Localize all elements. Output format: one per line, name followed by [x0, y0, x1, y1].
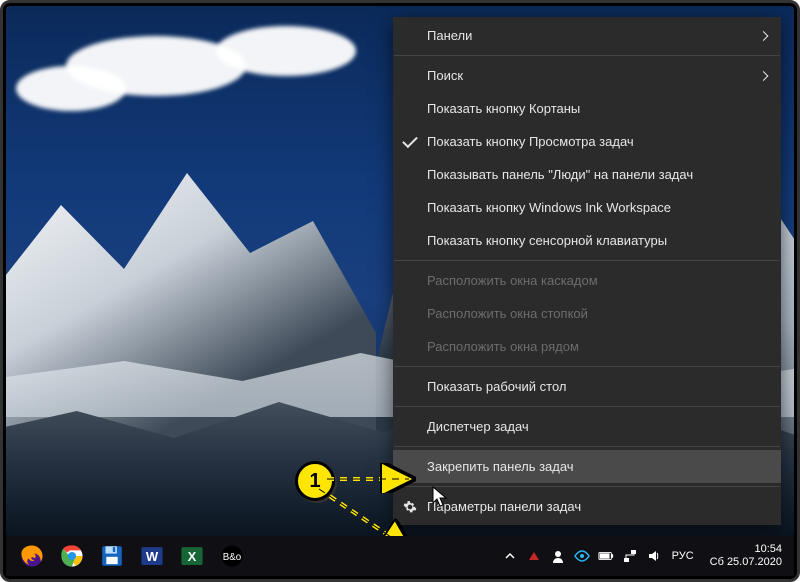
menu-item-label: Расположить окна рядом	[427, 339, 579, 354]
tray-triangle-icon[interactable]	[526, 548, 542, 564]
taskbar-app-firefox[interactable]	[12, 536, 52, 576]
menu-item-19[interactable]: Параметры панели задач	[393, 490, 781, 523]
menu-item-11: Расположить окна рядом	[393, 330, 781, 363]
language-indicator[interactable]: РУС	[672, 550, 694, 562]
menu-item-9: Расположить окна каскадом	[393, 264, 781, 297]
menu-item-2[interactable]: Поиск	[393, 59, 781, 92]
tray-network-icon[interactable]	[622, 548, 638, 564]
menu-item-label: Расположить окна стопкой	[427, 306, 588, 321]
menu-item-4[interactable]: Показать кнопку Просмотра задач	[393, 125, 781, 158]
menu-item-label: Расположить окна каскадом	[427, 273, 598, 288]
clock-time: 10:54	[754, 543, 782, 556]
menu-item-13[interactable]: Показать рабочий стол	[393, 370, 781, 403]
taskbar-right: РУС 10:54 Сб 25.07.2020	[502, 543, 794, 568]
svg-text:W: W	[146, 549, 159, 564]
screenshot-frame: Панели Поиск Показать кнопку Кортаны Показа…	[0, 0, 800, 582]
menu-separator	[394, 406, 780, 407]
menu-item-label: Показать кнопку Просмотра задач	[427, 134, 634, 149]
menu-item-10: Расположить окна стопкой	[393, 297, 781, 330]
menu-separator	[394, 55, 780, 56]
svg-text:X: X	[188, 549, 197, 564]
menu-item-6[interactable]: Показать кнопку Windows Ink Workspace	[393, 191, 781, 224]
menu-separator	[394, 366, 780, 367]
taskbar-app-excel[interactable]: X	[172, 536, 212, 576]
tray-eye-icon[interactable]	[574, 548, 590, 564]
taskbar[interactable]: W X B&o РУС 10:54 Сб 25.07.2020	[6, 536, 794, 576]
taskbar-apps: W X B&o	[6, 536, 252, 576]
taskbar-app-chrome[interactable]	[52, 536, 92, 576]
menu-item-label: Показать рабочий стол	[427, 379, 566, 394]
svg-text:B&o: B&o	[223, 552, 242, 563]
gear-icon	[403, 500, 417, 514]
taskbar-context-menu: Панели Поиск Показать кнопку Кортаны Показа…	[393, 17, 781, 525]
menu-item-15[interactable]: Диспетчер задач	[393, 410, 781, 443]
menu-separator	[394, 486, 780, 487]
taskbar-app-word[interactable]: W	[132, 536, 172, 576]
menu-item-label: Показать кнопку сенсорной клавиатуры	[427, 233, 667, 248]
menu-item-5[interactable]: Показывать панель "Люди" на панели задач	[393, 158, 781, 191]
annotation-marker-1: 1	[295, 461, 335, 501]
menu-item-label: Показать кнопку Windows Ink Workspace	[427, 200, 671, 215]
menu-item-7[interactable]: Показать кнопку сенсорной клавиатуры	[393, 224, 781, 257]
system-tray	[502, 548, 662, 564]
taskbar-clock[interactable]: 10:54 Сб 25.07.2020	[704, 543, 788, 568]
tray-battery-icon[interactable]	[598, 548, 614, 564]
clock-date: Сб 25.07.2020	[710, 556, 782, 569]
menu-item-17[interactable]: Закрепить панель задач	[393, 450, 781, 483]
menu-separator	[394, 446, 780, 447]
menu-item-label: Параметры панели задач	[427, 499, 581, 514]
menu-item-label: Закрепить панель задач	[427, 459, 574, 474]
taskbar-app-bo[interactable]: B&o	[212, 536, 252, 576]
check-icon	[402, 132, 418, 148]
menu-item-0[interactable]: Панели	[393, 19, 781, 52]
menu-item-label: Показывать панель "Люди" на панели задач	[427, 167, 693, 182]
tray-volume-icon[interactable]	[646, 548, 662, 564]
menu-item-label: Поиск	[427, 68, 463, 83]
tray-chevron-up-icon[interactable]	[502, 548, 518, 564]
menu-item-3[interactable]: Показать кнопку Кортаны	[393, 92, 781, 125]
menu-item-label: Панели	[427, 28, 472, 43]
taskbar-app-save[interactable]	[92, 536, 132, 576]
menu-item-label: Показать кнопку Кортаны	[427, 101, 580, 116]
menu-separator	[394, 260, 780, 261]
menu-item-label: Диспетчер задач	[427, 419, 529, 434]
tray-head-icon[interactable]	[550, 548, 566, 564]
